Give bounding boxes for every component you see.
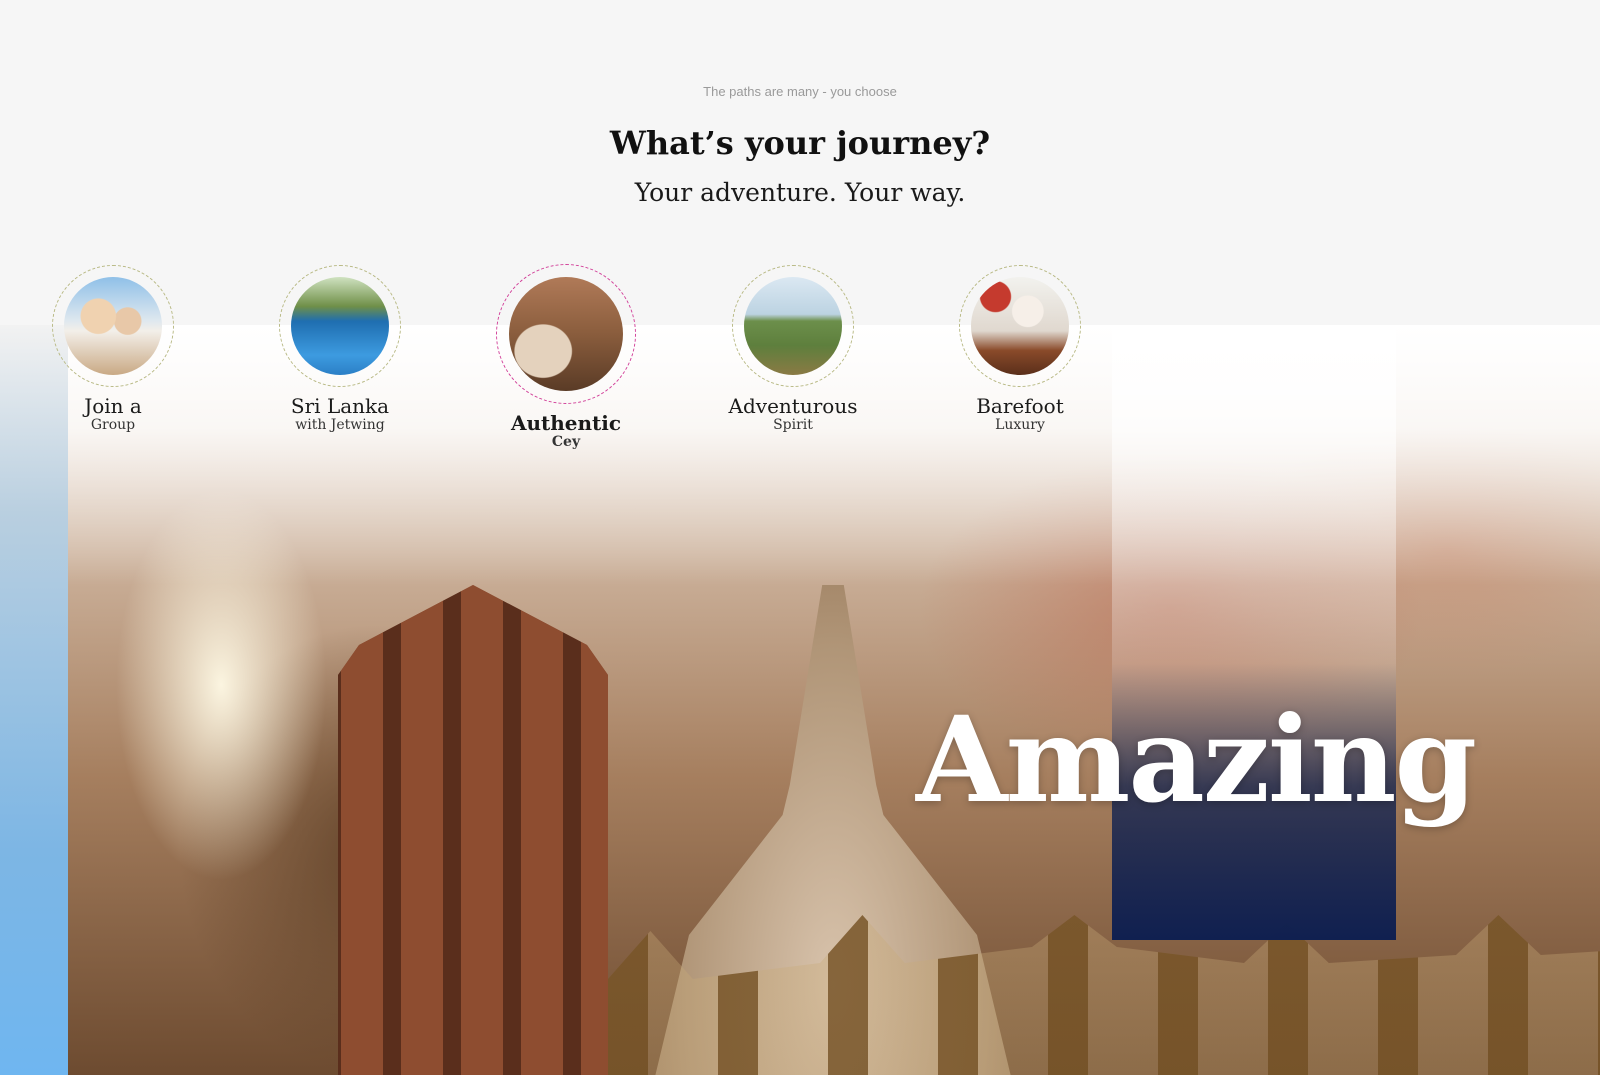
dining-photo (971, 277, 1069, 375)
journey-option-adventurous[interactable]: Adventurous Spirit (703, 265, 883, 433)
tagline: The paths are many - you choose (703, 84, 897, 99)
wooden-pavilion-shape (338, 585, 608, 1075)
hero-headline: Amazing (915, 690, 1477, 829)
page-title: What’s your journey? (609, 124, 991, 162)
pool-photo (291, 277, 389, 375)
journey-subtitle: with Jetwing (295, 417, 385, 433)
journey-subtitle: Luxury (995, 417, 1045, 433)
journey-option-barefoot-luxury[interactable]: Barefoot Luxury (930, 265, 1110, 433)
journey-title: Barefoot (976, 394, 1064, 418)
journey-title: Authentic (510, 411, 622, 435)
hero-image: Amazing (0, 325, 1600, 1075)
journey-title: Adventurous (728, 394, 858, 418)
journey-ring (732, 265, 854, 387)
journey-option-jetwing[interactable]: Sri Lanka with Jetwing (250, 265, 430, 433)
journey-subtitle: Cey (551, 434, 581, 450)
journey-subtitle: Group (90, 417, 136, 433)
journey-option-group[interactable]: Join a Group (23, 265, 203, 433)
safari-photo (744, 277, 842, 375)
side-blue-strip (0, 325, 68, 1075)
page-subtitle: Your adventure. Your way. (634, 178, 966, 207)
journey-title: Sri Lanka (290, 394, 390, 418)
journey-title: Join a (84, 394, 142, 418)
journey-ring (52, 265, 174, 387)
journey-subtitle: Spirit (773, 417, 813, 433)
journey-ring (959, 265, 1081, 387)
temple-photo (509, 277, 623, 391)
journey-option-authentic-cey[interactable]: Authentic Cey (476, 264, 656, 450)
journey-ring (279, 265, 401, 387)
navy-overlay-panel (1112, 325, 1396, 940)
group-photo (64, 277, 162, 375)
journey-ring-selected (496, 264, 636, 404)
